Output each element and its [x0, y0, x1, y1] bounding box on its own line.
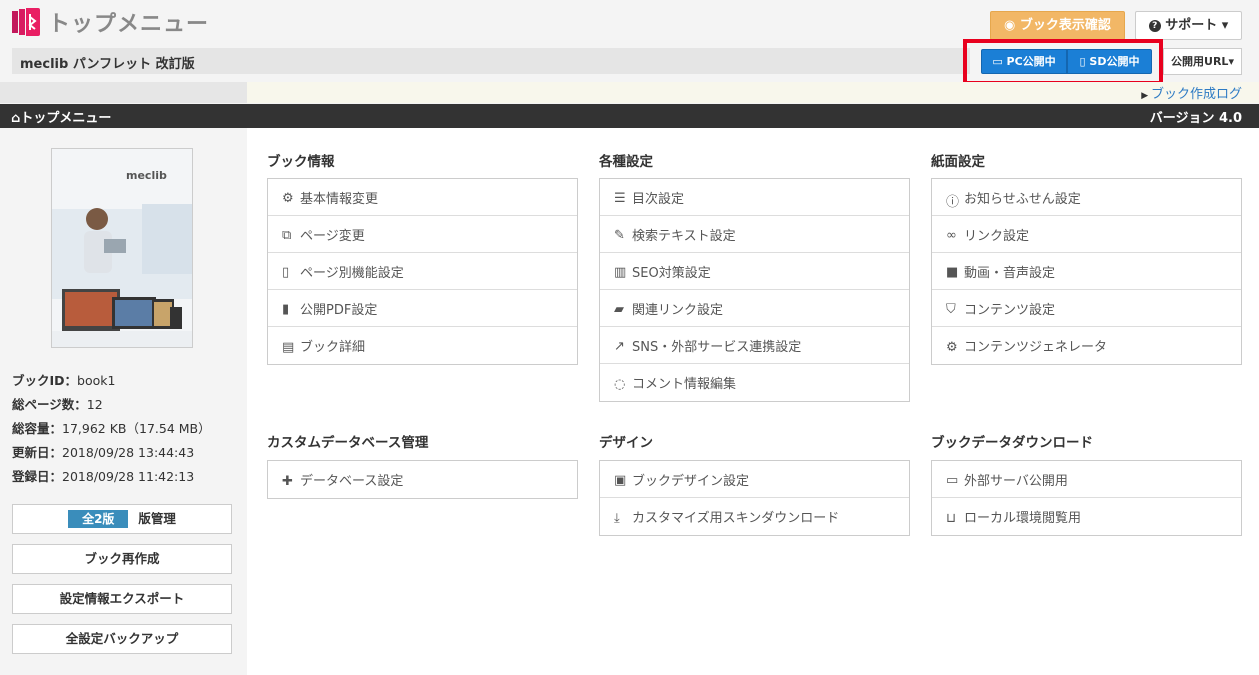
- book-id-info: ブックID：book1: [12, 373, 116, 388]
- book-data-download-title: ブックデータダウンロード: [931, 435, 1093, 451]
- file-outline-icon: ▯: [282, 265, 290, 280]
- full-backup-button[interactable]: 全設定バックアップ: [12, 624, 232, 654]
- smartphone-icon: ▯: [1079, 55, 1090, 68]
- public-url-dropdown[interactable]: 公開用URL▾: [1163, 48, 1242, 75]
- main-content: ブック情報 ⚙ 基本情報変更 ⧉ ページ変更 ▯ ページ別機能設定 ▮ 公開PDF設定 …: [247, 128, 1259, 675]
- book-creation-log-link[interactable]: ▶ ブック作成ログ: [1141, 83, 1242, 102]
- comment-icon: ◌: [614, 376, 626, 392]
- custom-db-menu: ✚ データベース設定: [267, 460, 578, 499]
- gear-icon: ⚙: [282, 191, 294, 206]
- puzzle-icon: ✚: [282, 473, 293, 489]
- book-title-bar: meclib パンフレット 改訂版: [12, 48, 970, 74]
- bar-chart-icon: ▥: [614, 265, 627, 280]
- design-menu: ▣ ブックデザイン設定 ⤓ カスタマイズ用スキンダウンロード: [599, 460, 910, 536]
- file-icon: ▮: [282, 302, 290, 317]
- menu-toc[interactable]: ☰ 目次設定: [600, 179, 909, 216]
- edit-icon: ✎: [614, 228, 625, 243]
- total-pages-info: 総ページ数：12: [12, 397, 103, 412]
- pc-publish-button[interactable]: ▭ PC公開中: [981, 49, 1067, 74]
- file-text-icon: ▤: [282, 339, 295, 355]
- home-icon: ⌂: [11, 111, 21, 126]
- meclib-logo-icon: [12, 8, 40, 36]
- menu-local-viewing[interactable]: ⊔ ローカル環境閲覧用: [932, 498, 1241, 535]
- copy-icon: ⧉: [282, 228, 292, 243]
- menu-sns[interactable]: ↗ SNS・外部サービス連携設定: [600, 327, 909, 364]
- menu-related-links[interactable]: ▰ 関連リンク設定: [600, 290, 909, 327]
- log-strip-left: [0, 82, 247, 103]
- book-recreate-button[interactable]: ブック再作成: [12, 544, 232, 574]
- cover-image: [52, 149, 192, 347]
- menu-book-detail[interactable]: ▤ ブック詳細: [268, 327, 577, 364]
- cover-brand: meclib: [126, 169, 167, 182]
- video-camera-icon: ■: [946, 265, 959, 280]
- link-icon: ∞: [946, 228, 957, 243]
- settings-title: 各種設定: [599, 154, 653, 170]
- menu-notice-sticky[interactable]: ⓘ お知らせふせん設定: [932, 179, 1241, 216]
- menu-skin-download[interactable]: ⤓ カスタマイズ用スキンダウンロード: [600, 498, 909, 535]
- total-size-info: 総容量：17,962 KB（17.54 MB）: [12, 421, 211, 436]
- menu-link-settings[interactable]: ∞ リンク設定: [932, 216, 1241, 253]
- version-count-badge: 全2版: [68, 510, 129, 528]
- menu-page-function[interactable]: ▯ ページ別機能設定: [268, 253, 577, 290]
- html5-icon: ⛉: [946, 302, 956, 317]
- menu-external-server[interactable]: ▭ 外部サーバ公開用: [932, 461, 1241, 498]
- caret-down-icon: ▾: [1221, 18, 1229, 33]
- book-icon: ▰: [614, 302, 624, 317]
- updated-date-info: 更新日：2018/09/28 13:44:43: [12, 445, 195, 460]
- custom-db-title: カスタムデータベース管理: [267, 435, 429, 451]
- menu-seo[interactable]: ▥ SEO対策設定: [600, 253, 909, 290]
- settings-menu: ☰ 目次設定 ✎ 検索テキスト設定 ▥ SEO対策設定 ▰ 関連リンク設定 ↗ SNS・外…: [599, 178, 910, 402]
- image-icon: ▣: [614, 473, 627, 488]
- sidebar: meclib ブックID：book1 総ページ数：12 総容量：17,962 K…: [0, 128, 247, 675]
- book-data-download-menu: ▭ 外部サーバ公開用 ⊔ ローカル環境閲覧用: [931, 460, 1242, 536]
- list-icon: ☰: [614, 191, 626, 206]
- sd-publish-button[interactable]: ▯ SD公開中: [1067, 49, 1152, 74]
- share-icon: ↗: [614, 339, 625, 354]
- monitor-icon: ▭: [992, 55, 1007, 68]
- book-preview-button[interactable]: ◉ ブック表示確認: [990, 11, 1125, 40]
- menu-content-generator[interactable]: ⚙ コンテンツジェネレータ: [932, 327, 1241, 364]
- menu-comments[interactable]: ◌ コメント情報編集: [600, 364, 909, 401]
- menu-video-audio[interactable]: ■ 動画・音声設定: [932, 253, 1241, 290]
- version-management-button[interactable]: 全2版 版管理: [12, 504, 232, 534]
- nav-bar: ⌂トップメニュー バージョン 4.0: [0, 104, 1259, 128]
- info-icon: ⓘ: [946, 195, 960, 210]
- paper-settings-menu: ⓘ お知らせふせん設定 ∞ リンク設定 ■ 動画・音声設定 ⛉ コンテンツ設定 ⚙ コンテ…: [931, 178, 1242, 365]
- gears-icon: ⚙: [946, 339, 958, 355]
- menu-page-change[interactable]: ⧉ ページ変更: [268, 216, 577, 253]
- settings-export-button[interactable]: 設定情報エクスポート: [12, 584, 232, 614]
- book-title: meclib パンフレット 改訂版: [20, 57, 195, 72]
- menu-book-design[interactable]: ▣ ブックデザイン設定: [600, 461, 909, 498]
- book-info-menu: ⚙ 基本情報変更 ⧉ ページ変更 ▯ ページ別機能設定 ▮ 公開PDF設定 ▤ ブック詳細: [267, 178, 578, 365]
- menu-basic-info[interactable]: ⚙ 基本情報変更: [268, 179, 577, 216]
- question-icon: ?: [1148, 19, 1161, 32]
- menu-public-pdf[interactable]: ▮ 公開PDF設定: [268, 290, 577, 327]
- version-label: バージョン 4.0: [1149, 111, 1242, 126]
- registered-date-info: 登録日：2018/09/28 11:42:13: [12, 469, 195, 484]
- caret-down-icon: ▾: [1228, 55, 1234, 68]
- menu-contents[interactable]: ⛉ コンテンツ設定: [932, 290, 1241, 327]
- book-info-title: ブック情報: [267, 154, 335, 170]
- app-title: トップメニュー: [48, 12, 210, 37]
- laptop-icon: ⊔: [946, 510, 957, 526]
- menu-search-text[interactable]: ✎ 検索テキスト設定: [600, 216, 909, 253]
- support-dropdown-button[interactable]: ? サポート ▾: [1135, 11, 1242, 40]
- log-strip: [247, 82, 1259, 103]
- download-icon: ⤓: [614, 510, 620, 526]
- design-title: デザイン: [599, 435, 653, 451]
- triangle-right-icon: ▶: [1141, 91, 1151, 101]
- paper-settings-title: 紙面設定: [931, 154, 985, 170]
- menu-database-settings[interactable]: ✚ データベース設定: [268, 461, 577, 498]
- home-breadcrumb[interactable]: ⌂トップメニュー: [11, 107, 111, 126]
- hdd-icon: ▭: [946, 473, 959, 488]
- eye-icon: ◉: [1004, 18, 1020, 33]
- book-cover-thumbnail[interactable]: meclib: [51, 148, 193, 348]
